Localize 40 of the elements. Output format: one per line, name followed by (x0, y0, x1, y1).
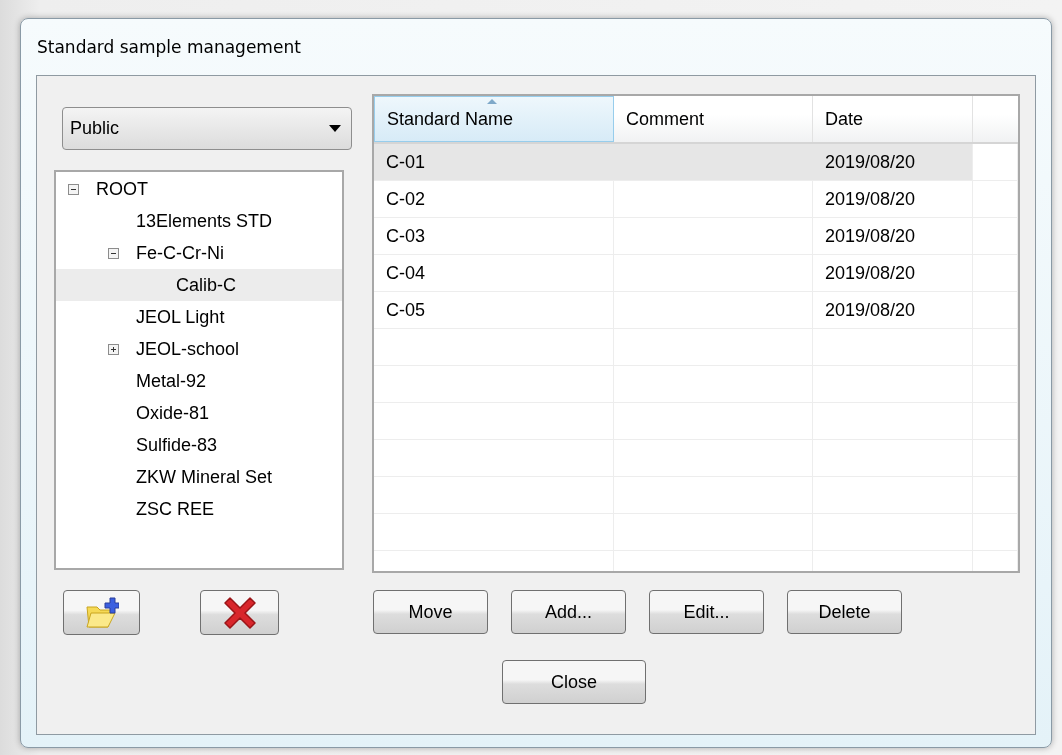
table-cell: C-02 (386, 188, 425, 210)
tree-item[interactable]: 13Elements STD (136, 210, 273, 232)
group-dropdown[interactable]: Public (62, 107, 352, 150)
tree-item[interactable]: ZSC REE (136, 498, 214, 520)
action-button[interactable]: Delete (787, 590, 902, 634)
table-cell: C-03 (386, 225, 425, 247)
table-cell: C-01 (386, 151, 425, 173)
tree-item[interactable]: Calib-C (176, 274, 236, 296)
table-cell: 2019/08/20 (825, 262, 916, 284)
table-cell: 2019/08/20 (825, 299, 916, 321)
action-button[interactable]: Move (373, 590, 488, 634)
tree-item[interactable]: ROOT (96, 178, 148, 200)
sort-arrow-icon (487, 99, 497, 104)
caret-icon (329, 125, 341, 132)
window-title: Standard sample management (37, 37, 301, 57)
action-button[interactable]: Edit... (649, 590, 764, 634)
tree-item[interactable]: Metal-92 (136, 370, 207, 392)
column-header[interactable]: Standard Name (374, 96, 614, 142)
table-cell: 2019/08/20 (825, 151, 916, 173)
tree-item[interactable]: JEOL Light (136, 306, 225, 328)
collapse-icon[interactable] (108, 247, 119, 259)
column-header[interactable]: Date (813, 96, 973, 142)
tree-item[interactable]: JEOL-school (136, 338, 240, 360)
delete-folder-button[interactable] (200, 590, 279, 635)
table-row[interactable]: C-01 2019/08/20 (374, 144, 973, 180)
tree-item[interactable]: Sulfide-83 (136, 434, 218, 456)
table-cell: C-05 (386, 299, 425, 321)
tree-item[interactable]: Fe-C-Cr-Ni (136, 242, 224, 264)
collapse-icon[interactable] (68, 183, 79, 195)
action-button[interactable]: Add... (511, 590, 626, 634)
table-cell: C-04 (386, 262, 425, 284)
tree-item[interactable]: ZKW Mineral Set (136, 466, 273, 488)
column-header[interactable]: Comment (614, 96, 813, 142)
expand-icon[interactable] (108, 343, 119, 355)
tree-item[interactable]: Oxide-81 (136, 402, 210, 424)
add-folder-button[interactable] (63, 590, 140, 635)
folder-plus-icon (84, 594, 119, 631)
close-button[interactable]: Close (502, 660, 646, 704)
table-cell: 2019/08/20 (825, 225, 916, 247)
table-cell: 2019/08/20 (825, 188, 916, 210)
